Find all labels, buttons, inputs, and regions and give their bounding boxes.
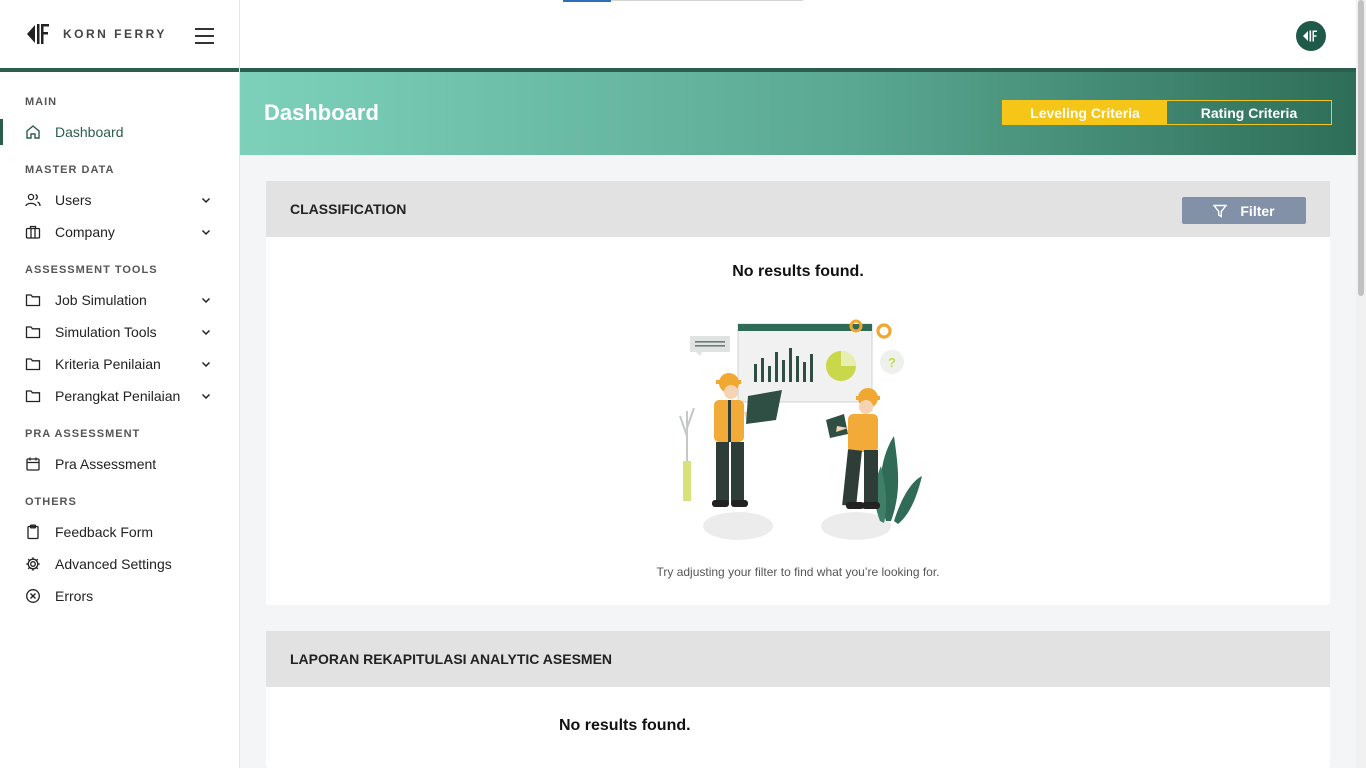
- top-bar: [240, 0, 1356, 72]
- sidebar-item-simulation-tools[interactable]: Simulation Tools: [0, 316, 239, 348]
- sidebar-item-pra-assessment[interactable]: Pra Assessment: [0, 448, 239, 480]
- x-circle-icon: [25, 588, 41, 604]
- tab-leveling-criteria[interactable]: Leveling Criteria: [1003, 101, 1167, 124]
- avatar-logo-icon: [1303, 30, 1317, 42]
- report-card-header: LAPORAN REKAPITULASI ANALYTIC ASESMEN: [266, 631, 1330, 687]
- empty-state-title: No results found.: [732, 263, 864, 280]
- sidebar-item-users[interactable]: Users: [0, 184, 239, 216]
- folder-icon: [25, 356, 41, 372]
- folder-icon: [25, 292, 41, 308]
- sidebar-item-company[interactable]: Company: [0, 216, 239, 248]
- sidebar: KORN FERRY MAIN Dashboard MASTER DATA Us…: [0, 0, 240, 768]
- nav-section-others: OTHERS: [25, 496, 77, 508]
- chevron-down-icon[interactable]: [200, 194, 212, 206]
- sidebar-item-errors[interactable]: Errors: [0, 580, 239, 612]
- filter-button-label: Filter: [1240, 202, 1275, 219]
- nav-section-main: MAIN: [25, 96, 58, 108]
- sidebar-item-advanced-settings[interactable]: Advanced Settings: [0, 548, 239, 580]
- sidebar-item-label: Advanced Settings: [55, 556, 172, 572]
- sidebar-item-kriteria-penilaian[interactable]: Kriteria Penilaian: [0, 348, 239, 380]
- filter-icon: [1213, 204, 1228, 218]
- sidebar-item-label: Simulation Tools: [55, 324, 157, 340]
- sidebar-item-label: Job Simulation: [55, 292, 147, 308]
- briefcase-icon: [25, 224, 41, 240]
- chevron-down-icon[interactable]: [200, 358, 212, 370]
- nav-section-pra-assessment: PRA ASSESSMENT: [25, 428, 141, 440]
- empty-state-illustration: ?: [679, 319, 922, 540]
- page-scrollbar[interactable]: [1356, 0, 1366, 768]
- sidebar-item-dashboard[interactable]: Dashboard: [0, 116, 239, 148]
- sidebar-item-job-simulation[interactable]: Job Simulation: [0, 284, 239, 316]
- folder-icon: [25, 388, 41, 404]
- nav-section-master-data: MASTER DATA: [25, 164, 115, 176]
- chevron-down-icon[interactable]: [200, 294, 212, 306]
- sidebar-item-label: Users: [55, 192, 92, 208]
- sidebar-item-label: Errors: [55, 588, 94, 604]
- filter-button[interactable]: Filter: [1182, 197, 1306, 224]
- chevron-down-icon[interactable]: [200, 390, 212, 402]
- chevron-down-icon[interactable]: [200, 326, 212, 338]
- calendar-icon: [25, 456, 41, 472]
- sidebar-item-label: Company: [55, 224, 115, 240]
- empty-state-hint: Try adjusting your filter to find what y…: [656, 565, 940, 579]
- report-title: LAPORAN REKAPITULASI ANALYTIC ASESMEN: [290, 651, 613, 667]
- scrollbar-thumb[interactable]: [1358, 0, 1364, 296]
- home-icon: [25, 124, 41, 140]
- menu-toggle-icon[interactable]: [195, 28, 214, 44]
- sidebar-item-label: Feedback Form: [55, 524, 154, 540]
- classification-card: CLASSIFICATION Filter No results found. …: [266, 181, 1330, 605]
- folder-icon: [25, 324, 41, 340]
- page-title: Dashboard: [264, 100, 379, 125]
- users-icon: [25, 192, 41, 208]
- report-card: LAPORAN REKAPITULASI ANALYTIC ASESMEN No…: [266, 631, 1330, 768]
- brand-bar: KORN FERRY: [0, 0, 239, 72]
- brand-name: KORN FERRY: [63, 27, 167, 41]
- gear-icon: [25, 556, 41, 572]
- logo-mark-icon: [27, 24, 49, 44]
- sidebar-nav: MAIN Dashboard MASTER DATA Users Company: [0, 72, 239, 612]
- dashboard-banner: Dashboard Leveling Criteria Rating Crite…: [240, 72, 1356, 155]
- korn-ferry-logo[interactable]: KORN FERRY: [25, 21, 167, 47]
- sidebar-item-label: Perangkat Penilaian: [55, 388, 181, 404]
- clipboard-icon: [25, 524, 41, 540]
- chevron-down-icon[interactable]: [200, 226, 212, 238]
- sidebar-item-label: Dashboard: [55, 124, 124, 140]
- nav-section-assessment-tools: ASSESSMENT TOOLS: [25, 264, 158, 276]
- sidebar-item-label: Pra Assessment: [55, 456, 157, 472]
- loading-progress-bar: [563, 0, 803, 2]
- report-empty-title: No results found.: [559, 717, 691, 734]
- sidebar-item-feedback-form[interactable]: Feedback Form: [0, 516, 239, 548]
- tab-rating-criteria[interactable]: Rating Criteria: [1167, 101, 1331, 124]
- sidebar-item-perangkat-penilaian[interactable]: Perangkat Penilaian: [0, 380, 239, 412]
- sidebar-item-label: Kriteria Penilaian: [55, 356, 161, 372]
- criteria-toggle: Leveling Criteria Rating Criteria: [1002, 100, 1332, 125]
- svg-text:?: ?: [888, 355, 896, 370]
- avatar[interactable]: [1296, 21, 1326, 51]
- classification-card-header: CLASSIFICATION Filter: [266, 181, 1330, 237]
- classification-title: CLASSIFICATION: [290, 201, 407, 217]
